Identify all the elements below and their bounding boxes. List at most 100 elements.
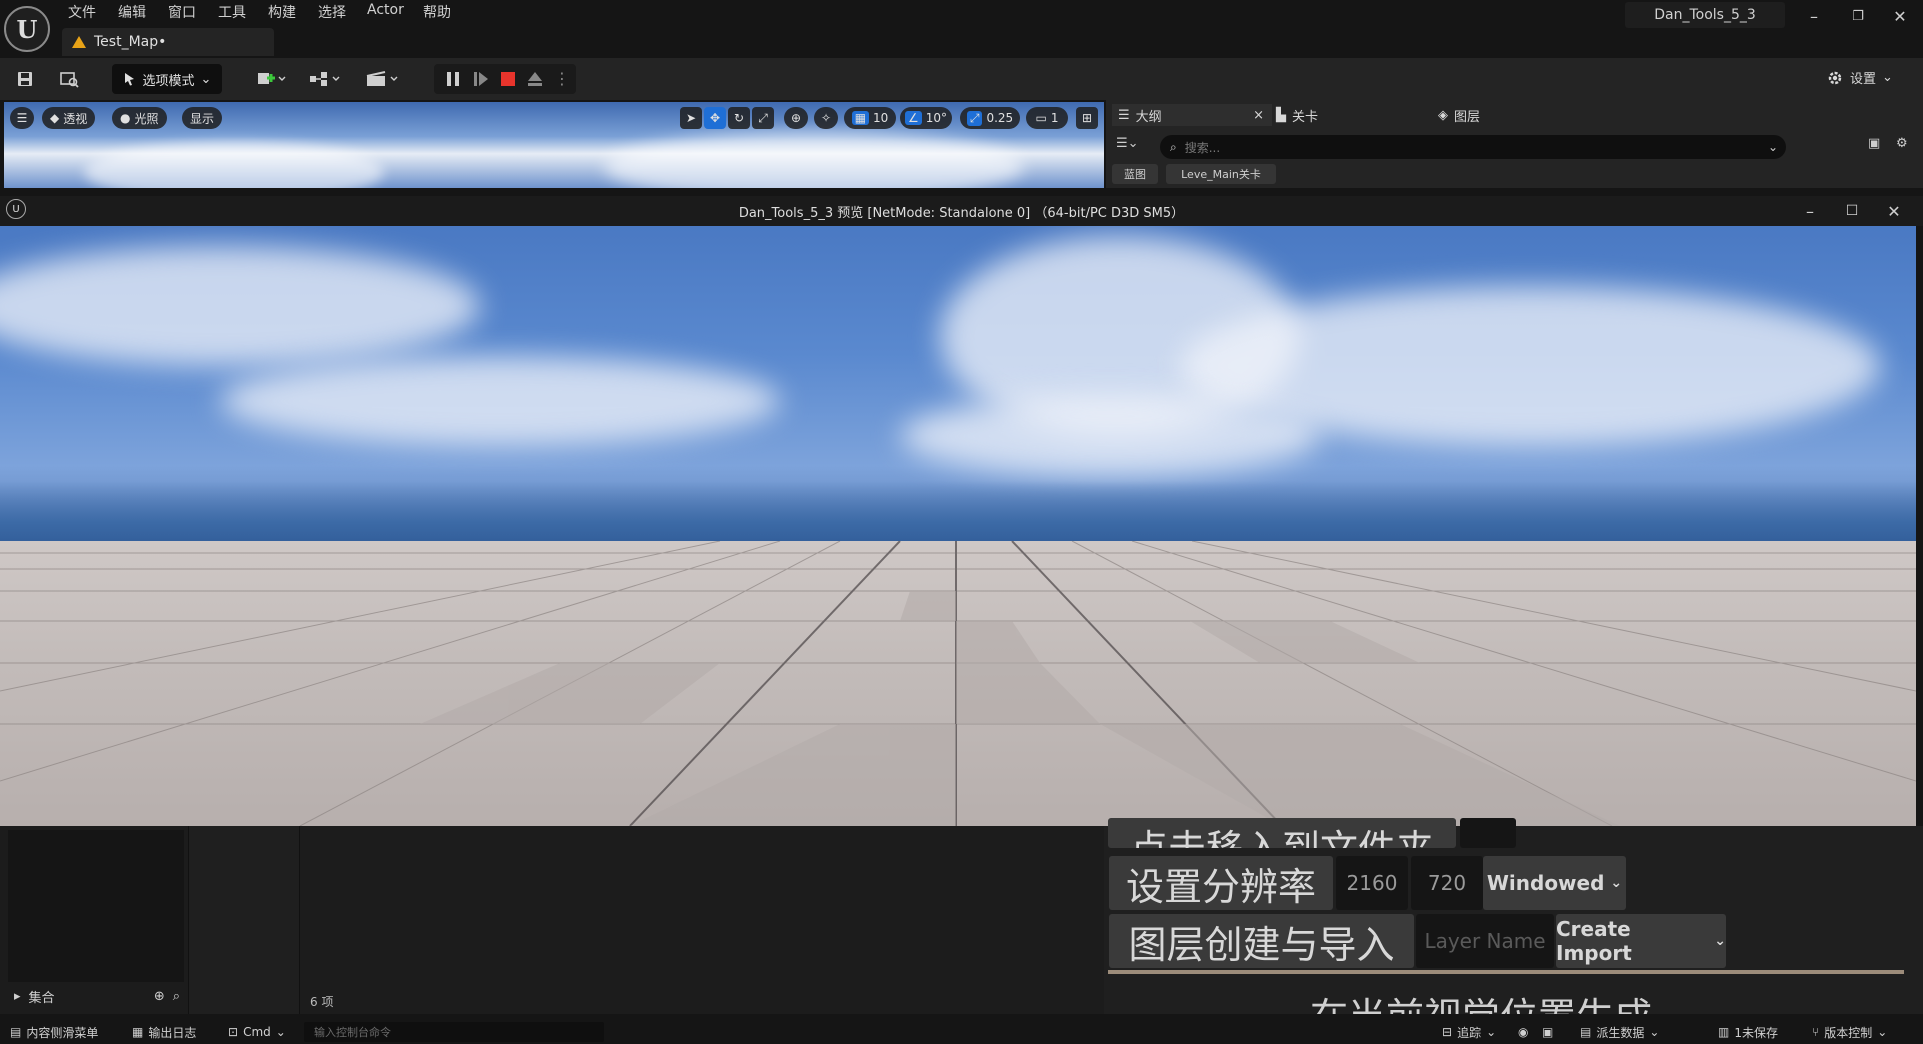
layer-import-button[interactable]: 图层创建与导入: [1109, 914, 1414, 968]
output-label: 输出日志: [148, 1025, 197, 1040]
menu-actor[interactable]: Actor: [367, 2, 404, 18]
screenshot-icon[interactable]: ▣: [1542, 1022, 1553, 1042]
create-import-label: Create Import: [1556, 917, 1632, 965]
mode-label: 选项模式: [142, 73, 195, 89]
cmd-select[interactable]: ⊡ Cmd ⌄: [228, 1022, 286, 1042]
collections-panel: [8, 830, 184, 982]
cinematics-icon[interactable]: [362, 66, 404, 92]
window-mode-select[interactable]: Windowed ⌄: [1483, 856, 1626, 910]
spawn-at-view-label[interactable]: 在当前视觉位置生成: [1310, 986, 1652, 1014]
record-icon[interactable]: ◉: [1518, 1022, 1528, 1042]
viewport-menu-icon[interactable]: ☰: [10, 107, 34, 129]
surface-snap-icon[interactable]: ✧: [814, 107, 838, 129]
tab-levels[interactable]: ▙ 关卡: [1276, 104, 1318, 126]
tab-outliner[interactable]: ☰ 大纲 ×: [1112, 104, 1272, 126]
more-options-icon[interactable]: ⋮: [554, 70, 570, 88]
filter-icon[interactable]: ☰⌄: [1116, 136, 1139, 151]
select-mode-icon: [124, 73, 134, 86]
lighting-button[interactable]: ● 光照: [112, 107, 167, 129]
world-space-icon[interactable]: ⊕: [784, 107, 808, 129]
chevron-down-icon: ⌄: [1714, 933, 1726, 949]
mode-select-button[interactable]: 选项模式 ⌄: [112, 64, 222, 94]
trace-icon: ⊟: [1442, 1025, 1453, 1039]
camera-icon: ▭: [1035, 111, 1047, 125]
add-collection-icon[interactable]: ⊕: [154, 989, 165, 1004]
save-icon[interactable]: [12, 66, 38, 92]
menu-help[interactable]: 帮助: [423, 2, 451, 22]
scale-snap-value: 0.25: [986, 111, 1014, 125]
restore-button[interactable]: ❐: [1838, 4, 1878, 28]
pie-minimize-button[interactable]: –: [1790, 199, 1830, 223]
menu-file[interactable]: 文件: [68, 2, 96, 22]
game-viewport[interactable]: [0, 226, 1916, 826]
collections-header[interactable]: ▸ 集合 ⊕ ⌕: [14, 985, 184, 1007]
menu-edit[interactable]: 编辑: [118, 2, 146, 22]
chevron-down-icon: ⌄: [1882, 70, 1893, 85]
scale-tool-icon[interactable]: ⤢: [752, 107, 774, 129]
chevron-down-icon: ⌄: [1649, 1025, 1660, 1039]
move-tool-icon[interactable]: ✥: [704, 107, 726, 129]
eject-icon[interactable]: [526, 70, 544, 88]
create-import-select[interactable]: Create Import ⌄: [1556, 914, 1726, 968]
gear-icon: [1828, 71, 1842, 84]
resolution-height-input[interactable]: 720: [1411, 856, 1483, 910]
select-tool-icon[interactable]: ➤: [680, 107, 702, 129]
map-tab[interactable]: Test_Map•: [62, 28, 274, 56]
menu-select[interactable]: 选择: [318, 2, 346, 22]
search-icon[interactable]: ⌕: [173, 989, 180, 1004]
branch-icon: ⑂: [1812, 1025, 1820, 1039]
rotate-tool-icon[interactable]: ↻: [728, 107, 750, 129]
stop-icon[interactable]: [499, 70, 517, 88]
perspective-button[interactable]: ◆ 透视: [42, 107, 96, 129]
section-divider: [1108, 970, 1904, 974]
show-button[interactable]: 显示: [182, 107, 223, 129]
tab-layers[interactable]: ◈ 图层: [1438, 104, 1480, 126]
set-resolution-button[interactable]: 设置分辨率: [1109, 856, 1333, 910]
terminal-icon: ⊡: [228, 1025, 239, 1039]
search-icon: ⌕: [1170, 139, 1177, 154]
log-icon: ▦: [132, 1025, 144, 1039]
trace-button[interactable]: ⊟ 追踪 ⌄: [1442, 1022, 1496, 1042]
add-actor-icon[interactable]: [252, 66, 292, 92]
pie-maximize-button[interactable]: ☐: [1832, 199, 1872, 223]
settings-button[interactable]: 设置 ⌄: [1826, 68, 1893, 87]
menu-build[interactable]: 构建: [268, 2, 296, 22]
outliner-search-input[interactable]: ⌕ 搜索... ⌄: [1160, 135, 1786, 159]
console-input[interactable]: 输入控制台命令: [304, 1022, 604, 1042]
close-button[interactable]: ✕: [1880, 4, 1920, 28]
spawn-section-clip: 在当前视觉位置生成: [1104, 976, 1923, 1014]
gear-icon[interactable]: ⚙: [1896, 136, 1908, 151]
window-mode-label: Windowed: [1486, 871, 1605, 895]
folder-input[interactable]: [1460, 818, 1516, 848]
derived-data-button[interactable]: ▤ 派生数据 ⌄: [1580, 1022, 1659, 1042]
editor-viewport[interactable]: ☰ ◆ 透视 ● 光照 显示 ➤ ✥ ↻ ⤢ ⊕ ✧ ▦ 10 ∠ 10° ⤢ 0.25 …: [4, 102, 1104, 188]
grid-snap-button[interactable]: ▦ 10: [844, 107, 896, 129]
menu-window[interactable]: 窗口: [168, 2, 196, 22]
chevron-down-icon: ⌄: [1877, 1025, 1888, 1039]
unreal-logo[interactable]: U: [4, 6, 50, 52]
scale-snap-button[interactable]: ⤢ 0.25: [960, 107, 1020, 129]
chevron-down-icon: ⌄: [275, 1025, 286, 1039]
cmd-label: Cmd: [243, 1025, 271, 1039]
content-drawer-button[interactable]: ▤ 内容侧滑菜单: [10, 1022, 98, 1042]
unsaved-button[interactable]: ▥ 1未保存: [1718, 1022, 1778, 1042]
source-control-button[interactable]: ⑂ 版本控制 ⌄: [1812, 1022, 1887, 1042]
camera-speed-button[interactable]: ▭ 1: [1026, 107, 1068, 129]
layout-icon[interactable]: ⊞: [1076, 107, 1098, 129]
move-to-folder-button[interactable]: 点击移入到文件夹: [1108, 818, 1456, 848]
pie-close-button[interactable]: ✕: [1874, 199, 1914, 223]
browse-icon[interactable]: [56, 66, 82, 92]
blueprint-icon[interactable]: [306, 66, 346, 92]
pause-icon[interactable]: [444, 70, 462, 88]
minimize-button[interactable]: –: [1794, 4, 1834, 28]
filter-chip-blueprint[interactable]: 蓝图: [1112, 164, 1158, 184]
menu-tools[interactable]: 工具: [218, 2, 246, 22]
add-folder-icon[interactable]: ▣: [1868, 136, 1880, 151]
rotation-snap-button[interactable]: ∠ 10°: [900, 107, 952, 129]
filter-chip-level[interactable]: Leve_Main关卡: [1166, 164, 1276, 184]
layer-name-input[interactable]: Layer Name: [1416, 914, 1554, 968]
output-log-button[interactable]: ▦ 输出日志: [132, 1022, 196, 1042]
step-frame-icon[interactable]: [472, 70, 490, 88]
close-tab-icon[interactable]: ×: [1253, 108, 1264, 123]
resolution-width-input[interactable]: 2160: [1336, 856, 1408, 910]
